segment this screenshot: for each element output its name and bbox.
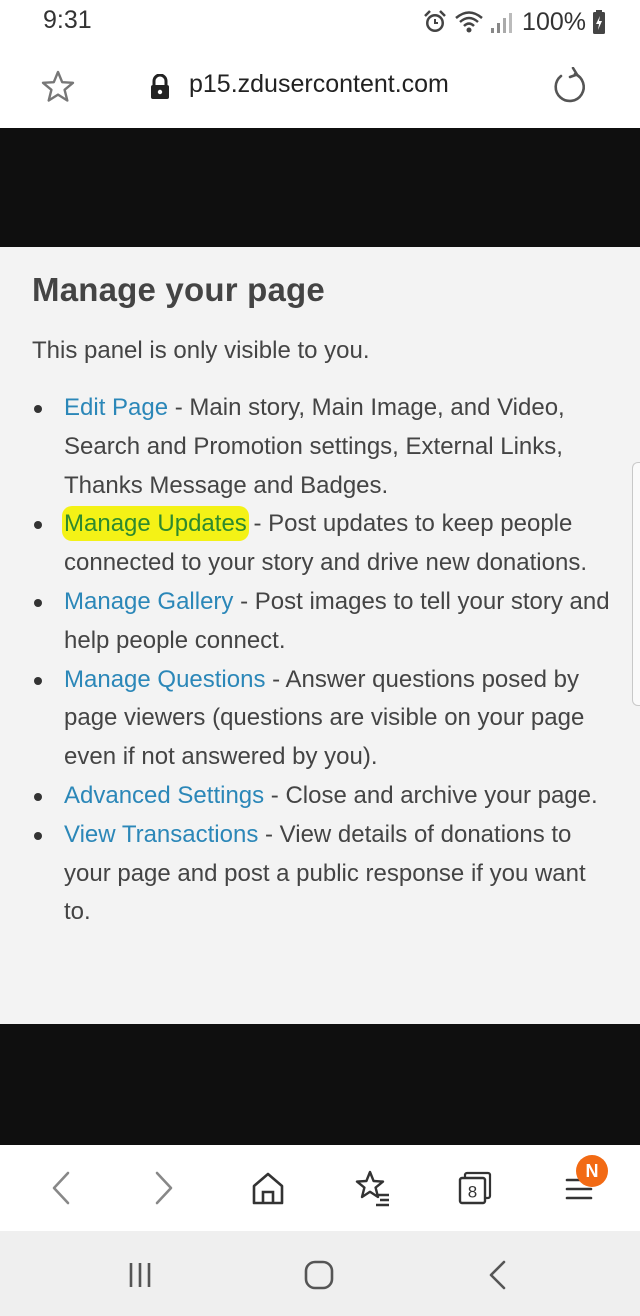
list-item-advanced-settings: Advanced Settings - Close and archive yo… [34,777,616,816]
page-header-band [0,128,640,247]
list-item-text: - Close and archive your page. [264,781,598,809]
tabs-icon[interactable]: 8 [452,1165,498,1211]
alarm-icon [422,9,448,35]
home-icon[interactable] [245,1165,291,1211]
bookmark-star-icon[interactable] [38,67,78,107]
scroll-handle[interactable] [632,462,640,706]
manage-list: Edit Page - Main story, Main Image, and … [34,389,616,932]
page-footer-band [0,1024,640,1145]
browser-toolbar: 8 [0,1145,640,1231]
list-item-view-transactions: View Transactions - View details of dona… [34,816,616,932]
list-item-edit-page: Edit Page - Main story, Main Image, and … [34,389,616,505]
panel-title: Manage your page [32,271,325,308]
system-back-icon[interactable] [478,1255,518,1295]
bookmarks-star-list-icon[interactable] [349,1165,395,1211]
battery-percent: 100% [522,7,586,36]
list-item-manage-gallery: Manage Gallery - Post images to tell you… [34,583,616,661]
home-button-icon[interactable] [299,1255,339,1295]
manage-gallery-link[interactable]: Manage Gallery [64,588,233,615]
manage-updates-link[interactable]: Manage Updates [62,506,249,542]
browser-url-bar: p15.zdusercontent.com [0,48,640,128]
recent-apps-icon[interactable] [120,1255,160,1295]
notification-badge: N [576,1155,608,1187]
back-arrow-icon[interactable] [38,1165,84,1211]
lock-icon [149,73,171,100]
list-item-manage-updates: Manage Updates - Post updates to keep pe… [34,505,616,583]
status-time: 9:31 [43,6,92,34]
manage-questions-link[interactable]: Manage Questions [64,666,265,693]
url-field[interactable]: p15.zdusercontent.com [189,70,449,99]
signal-icon [490,9,513,35]
tabs-count: 8 [468,1183,477,1202]
wifi-icon [454,9,484,35]
panel-description: This panel is only visible to you. [32,337,370,364]
reload-icon[interactable] [549,66,589,107]
view-transactions-link[interactable]: View Transactions [64,821,258,848]
edit-page-link[interactable]: Edit Page [64,394,168,421]
status-bar: 9:31 100% [0,0,640,48]
list-item-manage-questions: Manage Questions - Answer questions pose… [34,661,616,777]
status-icons: 100% [422,6,606,38]
forward-arrow-icon[interactable] [141,1165,187,1211]
system-nav-bar [0,1231,640,1316]
manage-panel: Manage your page This panel is only visi… [0,247,640,1024]
battery-charging-icon [592,9,606,35]
advanced-settings-link[interactable]: Advanced Settings [64,782,264,809]
